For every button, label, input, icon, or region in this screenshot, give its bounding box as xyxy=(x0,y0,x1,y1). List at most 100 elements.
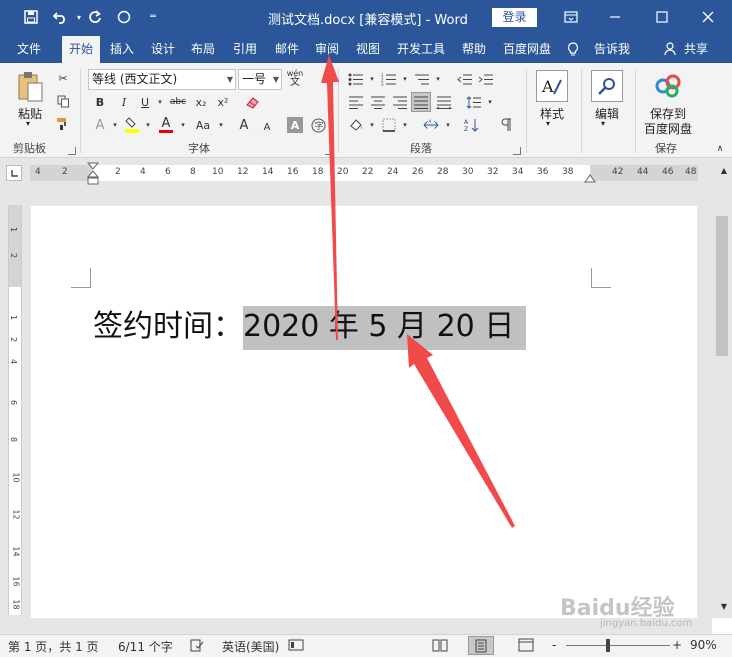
tab-home[interactable]: 开始 xyxy=(62,36,100,63)
font-launcher-icon[interactable] xyxy=(325,147,333,155)
tab-design[interactable]: 设计 xyxy=(144,36,182,63)
borders-dropdown-icon[interactable]: ▾ xyxy=(397,117,413,133)
tab-developer[interactable]: 开发工具 xyxy=(392,36,450,63)
text-effects-button[interactable]: A xyxy=(92,117,108,133)
asian-layout-icon[interactable]: A xyxy=(423,117,439,133)
bullets-dropdown-icon[interactable]: ▾ xyxy=(364,71,380,87)
paste-dropdown-icon[interactable]: ▾ xyxy=(26,119,30,128)
tab-selector-icon[interactable] xyxy=(6,165,22,181)
character-shading-button[interactable]: A xyxy=(287,117,303,133)
tell-me-search[interactable]: 告诉我 xyxy=(590,36,634,63)
text-effects-dropdown-icon[interactable]: ▾ xyxy=(107,117,123,133)
clipboard-launcher-icon[interactable] xyxy=(68,147,76,155)
shading-dropdown-icon[interactable]: ▾ xyxy=(364,117,380,133)
close-icon[interactable] xyxy=(697,6,719,28)
align-center-icon[interactable] xyxy=(370,94,386,110)
tab-baidu-netdisk[interactable]: 百度网盘 xyxy=(498,36,556,63)
indent-marker-icon[interactable] xyxy=(86,162,100,186)
zoom-level[interactable]: 90% xyxy=(690,638,717,652)
document-paragraph[interactable]: 签约时间：2020 年 5 月 20 日 xyxy=(93,301,527,350)
ribbon-display-icon[interactable] xyxy=(560,6,582,28)
bold-button[interactable]: B xyxy=(92,94,108,110)
multilevel-dropdown-icon[interactable]: ▾ xyxy=(430,71,446,87)
zoom-slider-thumb[interactable] xyxy=(606,639,610,652)
justify-icon[interactable] xyxy=(411,92,431,112)
scroll-up-icon[interactable]: ▲ xyxy=(716,162,732,178)
page-info[interactable]: 第 1 页，共 1 页 xyxy=(8,638,99,655)
read-mode-icon[interactable] xyxy=(432,637,448,656)
font-color-dropdown-icon[interactable]: ▾ xyxy=(175,117,191,133)
tab-review[interactable]: 审阅 xyxy=(308,36,346,63)
word-count[interactable]: 6/11 个字 xyxy=(118,638,173,655)
save-icon[interactable] xyxy=(22,8,40,26)
selected-date-text[interactable]: 2020 年 5 月 20 日 xyxy=(243,306,527,350)
tab-layout[interactable]: 布局 xyxy=(184,36,222,63)
change-case-button[interactable]: Aa xyxy=(193,117,213,133)
macro-record-icon[interactable] xyxy=(288,638,304,655)
lightbulb-icon[interactable] xyxy=(566,36,580,63)
editing-button[interactable]: 编辑 xyxy=(589,105,625,122)
print-layout-icon[interactable] xyxy=(468,636,494,655)
highlight-color-icon[interactable] xyxy=(124,115,140,135)
distributed-icon[interactable] xyxy=(436,94,452,110)
align-left-icon[interactable] xyxy=(348,94,364,110)
shrink-font-button[interactable]: A xyxy=(259,119,275,135)
sort-icon[interactable]: AZ xyxy=(464,117,480,133)
font-name-combo[interactable]: 等线 (西文正文) ▼ xyxy=(88,69,236,90)
proofing-icon[interactable] xyxy=(190,638,204,655)
zoom-in-button[interactable]: + xyxy=(672,638,682,652)
share-person-icon[interactable] xyxy=(662,36,678,63)
scrollbar-thumb[interactable] xyxy=(716,216,728,356)
save-to-baidu-label-2[interactable]: 百度网盘 xyxy=(642,120,694,137)
multilevel-list-icon[interactable] xyxy=(414,71,430,87)
vertical-ruler[interactable]: 1 2 1 2 4 6 8 10 12 14 16 18 xyxy=(8,205,22,615)
tab-view[interactable]: 视图 xyxy=(349,36,387,63)
show-paragraph-marks-icon[interactable] xyxy=(498,117,514,133)
phonetic-guide-icon[interactable]: wén 文 xyxy=(286,67,304,89)
numbering-dropdown-icon[interactable]: ▾ xyxy=(397,71,413,87)
styles-gallery-icon[interactable]: A xyxy=(536,70,568,102)
web-layout-icon[interactable] xyxy=(518,637,534,656)
underline-button[interactable]: U xyxy=(137,94,153,110)
superscript-button[interactable]: x² xyxy=(215,94,231,110)
zoom-out-button[interactable]: - xyxy=(552,638,556,652)
increase-indent-icon[interactable] xyxy=(478,71,494,87)
styles-dropdown-icon[interactable]: ▾ xyxy=(546,119,550,128)
copy-icon[interactable] xyxy=(55,93,71,109)
font-color-icon[interactable]: A xyxy=(158,115,174,135)
shading-icon[interactable] xyxy=(348,117,364,133)
minimize-icon[interactable] xyxy=(604,6,626,28)
highlight-dropdown-icon[interactable]: ▾ xyxy=(140,117,156,133)
share-button[interactable]: 共享 xyxy=(680,36,712,63)
italic-button[interactable]: I xyxy=(116,94,132,110)
login-button[interactable]: 登录 xyxy=(492,8,537,27)
undo-icon[interactable] xyxy=(52,8,70,26)
paste-icon[interactable] xyxy=(16,71,44,103)
font-size-combo[interactable]: 一号 ▼ xyxy=(238,69,282,90)
language[interactable]: 英语(美国) xyxy=(222,638,279,655)
bullets-icon[interactable] xyxy=(348,71,364,87)
line-spacing-dropdown-icon[interactable]: ▾ xyxy=(482,94,498,110)
asian-layout-dropdown-icon[interactable]: ▾ xyxy=(440,117,456,133)
tab-insert[interactable]: 插入 xyxy=(103,36,141,63)
cut-icon[interactable]: ✂ xyxy=(55,70,71,86)
enclose-characters-icon[interactable]: 字 xyxy=(310,117,326,133)
styles-button[interactable]: 样式 xyxy=(534,105,570,122)
right-indent-marker-icon[interactable] xyxy=(584,172,596,183)
tab-mailings[interactable]: 邮件 xyxy=(268,36,306,63)
subscript-button[interactable]: x₂ xyxy=(193,94,209,110)
horizontal-ruler[interactable]: 4 2 2 4 6 8 10 12 14 16 18 20 22 24 26 2… xyxy=(30,165,698,181)
underline-dropdown-icon[interactable]: ▾ xyxy=(152,94,168,110)
tab-help[interactable]: 帮助 xyxy=(455,36,493,63)
find-icon[interactable] xyxy=(591,70,623,102)
document-canvas[interactable]: 签约时间：2020 年 5 月 20 日 xyxy=(0,188,712,621)
redo-icon[interactable] xyxy=(86,8,104,26)
tab-file[interactable]: 文件 xyxy=(6,36,52,63)
circle-icon[interactable] xyxy=(115,8,133,26)
paragraph-launcher-icon[interactable] xyxy=(513,147,521,155)
maximize-icon[interactable] xyxy=(651,6,673,28)
numbering-icon[interactable]: 123 xyxy=(381,71,397,87)
borders-icon[interactable] xyxy=(381,117,397,133)
change-case-dropdown-icon[interactable]: ▾ xyxy=(213,117,229,133)
format-painter-icon[interactable] xyxy=(55,116,71,132)
